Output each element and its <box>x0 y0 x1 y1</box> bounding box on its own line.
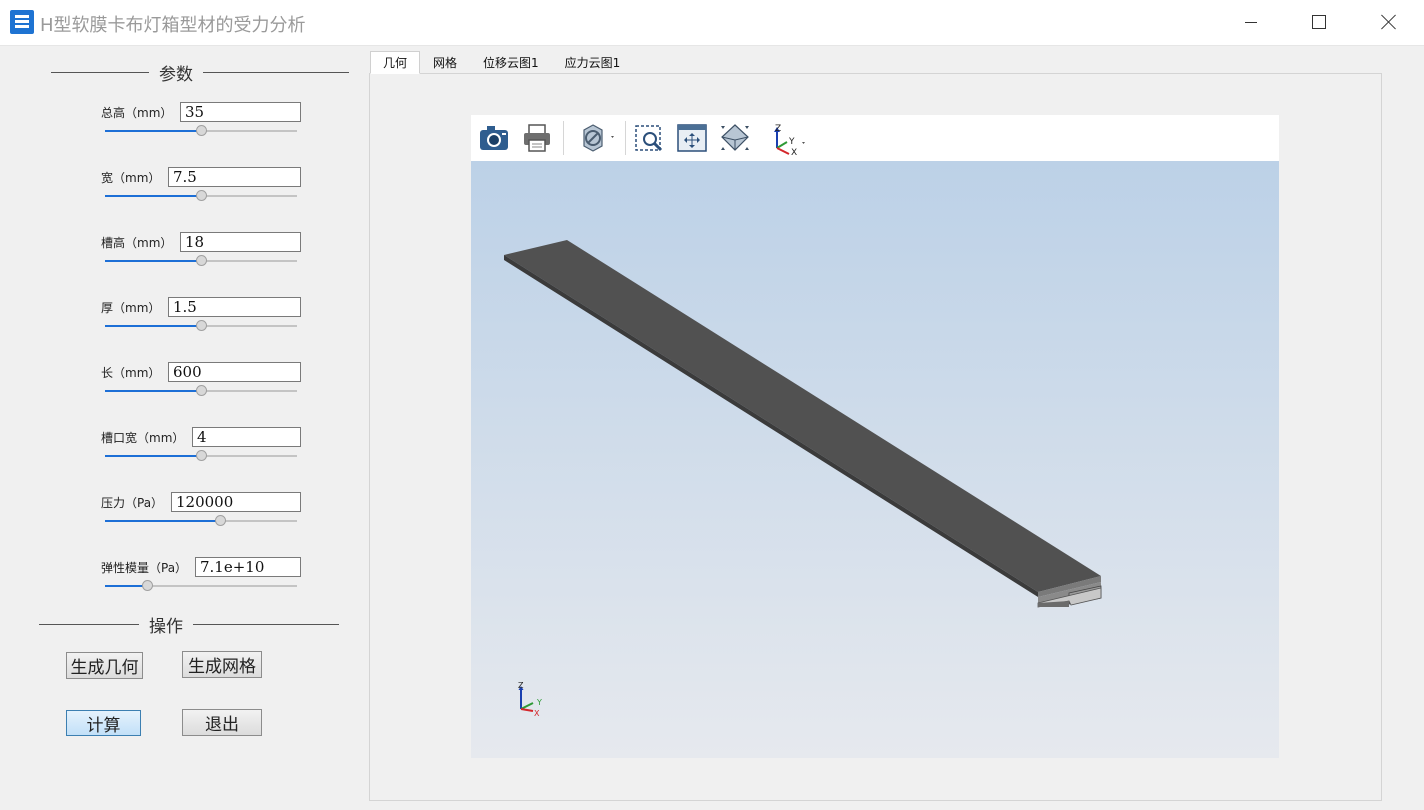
axis-triad-icon: Z Y X <box>518 681 542 718</box>
slider-thumb[interactable] <box>196 450 207 461</box>
slider-fill <box>105 130 201 132</box>
thickness-slider[interactable] <box>105 320 297 332</box>
params-section-header: 参数 <box>51 60 349 85</box>
slider-thumb[interactable] <box>142 580 154 591</box>
thickness-input[interactable]: 1.5 <box>168 297 301 317</box>
zoom-box-icon[interactable] <box>633 122 665 154</box>
slider-fill <box>105 585 148 587</box>
model-geometry <box>504 240 1102 608</box>
slider-thumb[interactable] <box>196 320 207 331</box>
svg-text:Z: Z <box>775 124 781 134</box>
slider-fill <box>105 455 201 457</box>
ops-section-header: 操作 <box>39 612 339 637</box>
width-input[interactable]: 7.5 <box>168 167 301 187</box>
param-label: 压力（Pa） <box>101 496 164 510</box>
elastic-modulus-input[interactable]: 7.1e+10 <box>195 557 301 577</box>
slider-thumb[interactable] <box>196 255 207 266</box>
close-icon <box>1381 14 1397 30</box>
slider-thumb[interactable] <box>215 515 227 526</box>
app-window: H型软膜卡布灯箱型材的受力分析 参数 总高（mm） 35 宽（mm） 7.5 槽… <box>0 0 1424 810</box>
slider-fill <box>105 195 201 197</box>
view-cube-icon[interactable] <box>719 122 751 154</box>
app-icon <box>10 10 34 34</box>
param-label: 槽口宽（mm） <box>101 431 185 445</box>
param-label: 厚（mm） <box>101 301 161 315</box>
length-slider[interactable] <box>105 385 297 397</box>
camera-icon[interactable] <box>478 122 510 154</box>
param-label: 总高（mm） <box>101 106 173 120</box>
close-button[interactable] <box>1356 0 1422 44</box>
svg-text:Y: Y <box>788 137 795 147</box>
pressure-slider[interactable] <box>105 515 297 527</box>
slider-fill <box>105 520 221 522</box>
pressure-input[interactable]: 120000 <box>171 492 301 512</box>
divider <box>203 72 349 73</box>
hide-icon[interactable] <box>577 122 614 154</box>
toolbar-separator <box>625 121 626 155</box>
minimize-icon <box>1245 21 1257 23</box>
slider-fill <box>105 325 201 327</box>
axis-y-label: Y <box>536 698 542 707</box>
divider <box>39 624 139 625</box>
slider-thumb[interactable] <box>196 385 207 396</box>
ops-section-title: 操作 <box>149 617 183 637</box>
tab-bar: 几何 网格 位移云图1 应力云图1 <box>370 51 633 74</box>
slot-width-input[interactable]: 4 <box>192 427 301 447</box>
divider <box>51 72 149 73</box>
minimize-button[interactable] <box>1218 0 1284 44</box>
params-section-title: 参数 <box>159 65 193 85</box>
slider-thumb[interactable] <box>196 125 207 136</box>
slider-thumb[interactable] <box>196 190 207 201</box>
elastic-modulus-slider[interactable] <box>105 580 297 592</box>
param-label: 长（mm） <box>101 366 161 380</box>
maximize-button[interactable] <box>1286 0 1352 44</box>
title-bar: H型软膜卡布灯箱型材的受力分析 <box>0 0 1424 46</box>
length-input[interactable]: 600 <box>168 362 301 382</box>
slot-height-input[interactable]: 18 <box>180 232 301 252</box>
print-icon[interactable] <box>521 122 553 154</box>
slider-fill <box>105 390 201 392</box>
toolbar-separator <box>563 121 564 155</box>
tab-displacement-contour[interactable]: 位移云图1 <box>470 51 552 74</box>
param-label: 槽高（mm） <box>101 236 173 250</box>
svg-text:X: X <box>791 148 797 156</box>
tab-mesh[interactable]: 网格 <box>420 51 470 74</box>
slot-height-slider[interactable] <box>105 255 297 267</box>
exit-button[interactable]: 退出 <box>182 709 262 736</box>
param-label: 弹性模量（Pa） <box>101 561 188 575</box>
axis-z-label: Z <box>518 681 524 690</box>
tab-stress-contour[interactable]: 应力云图1 <box>552 51 634 74</box>
total-height-slider[interactable] <box>105 125 297 137</box>
fit-all-icon[interactable] <box>676 122 708 154</box>
slider-fill <box>105 260 201 262</box>
viewer-canvas[interactable]: Z Y X <box>471 161 1279 758</box>
param-label: 宽（mm） <box>101 171 161 185</box>
width-slider[interactable] <box>105 190 297 202</box>
slot-width-slider[interactable] <box>105 450 297 462</box>
3d-viewer: ZYX Z Y X <box>471 115 1279 758</box>
compute-button[interactable]: 计算 <box>66 710 141 736</box>
generate-mesh-button[interactable]: 生成网格 <box>182 651 262 678</box>
axis-view-icon[interactable]: ZYX <box>769 122 805 158</box>
window-title: H型软膜卡布灯箱型材的受力分析 <box>40 15 306 36</box>
viewer-toolbar: ZYX <box>471 115 1279 161</box>
total-height-input[interactable]: 35 <box>180 102 301 122</box>
axis-x-label: X <box>534 709 540 718</box>
maximize-icon <box>1312 15 1326 29</box>
divider <box>193 624 339 625</box>
generate-geometry-button[interactable]: 生成几何 <box>66 652 143 679</box>
tab-geometry[interactable]: 几何 <box>370 51 421 74</box>
